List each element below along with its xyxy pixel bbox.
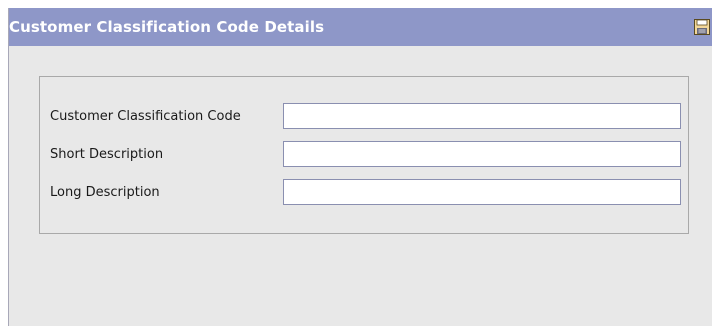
save-icon[interactable]: [694, 19, 710, 35]
title-bar: Customer Classification Code Details: [9, 8, 712, 46]
classification-code-label: Customer Classification Code: [50, 109, 241, 124]
classification-code-input[interactable]: [283, 103, 681, 129]
form-row-short-description: Short Description: [50, 141, 681, 167]
form-row-long-description: Long Description: [50, 179, 681, 205]
short-description-input[interactable]: [283, 141, 681, 167]
short-description-label: Short Description: [50, 147, 164, 162]
long-description-input[interactable]: [283, 179, 681, 205]
form-row-classification-code: Customer Classification Code: [50, 103, 681, 129]
details-panel: Customer Classification Code Short Descr…: [39, 76, 689, 234]
long-description-label: Long Description: [50, 185, 160, 200]
details-window: Customer Classification Code Details Cus…: [8, 8, 712, 326]
window-title: Customer Classification Code Details: [9, 18, 325, 36]
